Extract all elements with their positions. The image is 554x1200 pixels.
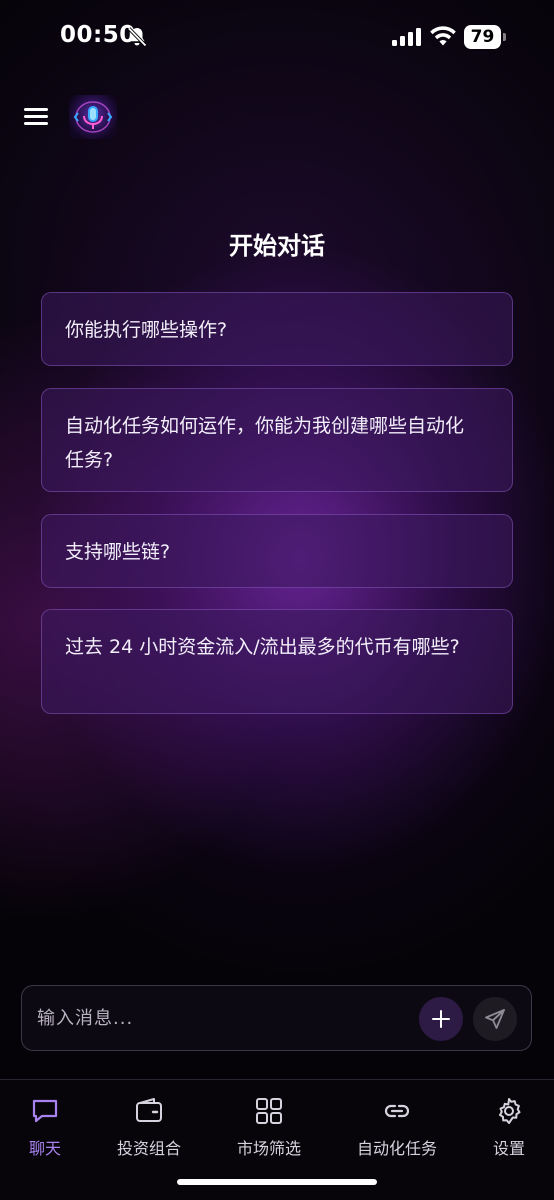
battery-indicator: 79 <box>464 25 506 49</box>
bell-muted-icon <box>127 27 147 47</box>
wallet-icon <box>136 1098 162 1122</box>
status-time: 00:50 <box>60 22 136 48</box>
cellular-signal-icon <box>392 28 421 46</box>
link-icon <box>384 1104 410 1118</box>
grid-icon <box>256 1098 282 1124</box>
suggestion-text: 过去 24 小时资金流入/流出最多的代币有哪些? <box>65 636 460 658</box>
message-input[interactable] <box>37 1001 407 1035</box>
page-title: 开始对话 <box>229 232 325 260</box>
suggestion-card[interactable]: 你能执行哪些操作? <box>41 292 513 366</box>
nav-label: 设置 <box>492 1139 525 1158</box>
add-button[interactable] <box>419 997 463 1041</box>
nav-label: 自动化任务 <box>356 1139 437 1158</box>
nav-label: 市场筛选 <box>236 1139 301 1158</box>
nav-label: 投资组合 <box>116 1139 181 1158</box>
suggestion-card[interactable]: 自动化任务如何运作，你能为我创建哪些自动化任务? <box>41 388 513 492</box>
nav-item-market-screener[interactable]: 市场筛选 <box>228 1080 310 1160</box>
battery-cap <box>503 33 506 41</box>
send-button[interactable] <box>473 997 517 1041</box>
suggestion-text: 你能执行哪些操作? <box>65 319 228 341</box>
nav-item-automation[interactable]: 自动化任务 <box>352 1080 442 1160</box>
suggestion-text: 支持哪些链? <box>65 541 171 563</box>
suggestion-card[interactable]: 支持哪些链? <box>41 514 513 588</box>
message-composer <box>21 985 532 1051</box>
suggestion-text: 自动化任务如何运作，你能为我创建哪些自动化任务? <box>65 415 465 471</box>
nav-item-settings[interactable]: 设置 <box>478 1080 540 1160</box>
gear-icon <box>499 1098 521 1124</box>
plus-icon <box>432 1010 450 1028</box>
chat-screen: 00:50 79 开始对话 你能执行哪些操作? 自动化任务如何运作，你能为我创建… <box>0 0 554 1200</box>
hamburger-menu-icon[interactable] <box>24 106 48 128</box>
battery-level: 79 <box>464 25 501 49</box>
nav-item-chat[interactable]: 聊天 <box>14 1080 76 1160</box>
nav-item-portfolio[interactable]: 投资组合 <box>108 1080 190 1160</box>
app-logo-icon <box>69 95 117 139</box>
status-bar: 00:50 79 <box>0 0 554 74</box>
wifi-icon <box>430 26 456 46</box>
suggestion-card[interactable]: 过去 24 小时资金流入/流出最多的代币有哪些? <box>41 609 513 714</box>
paper-plane-icon <box>485 1009 505 1029</box>
home-indicator <box>177 1179 377 1185</box>
chat-bubble-icon <box>32 1099 58 1123</box>
nav-label: 聊天 <box>28 1139 61 1158</box>
